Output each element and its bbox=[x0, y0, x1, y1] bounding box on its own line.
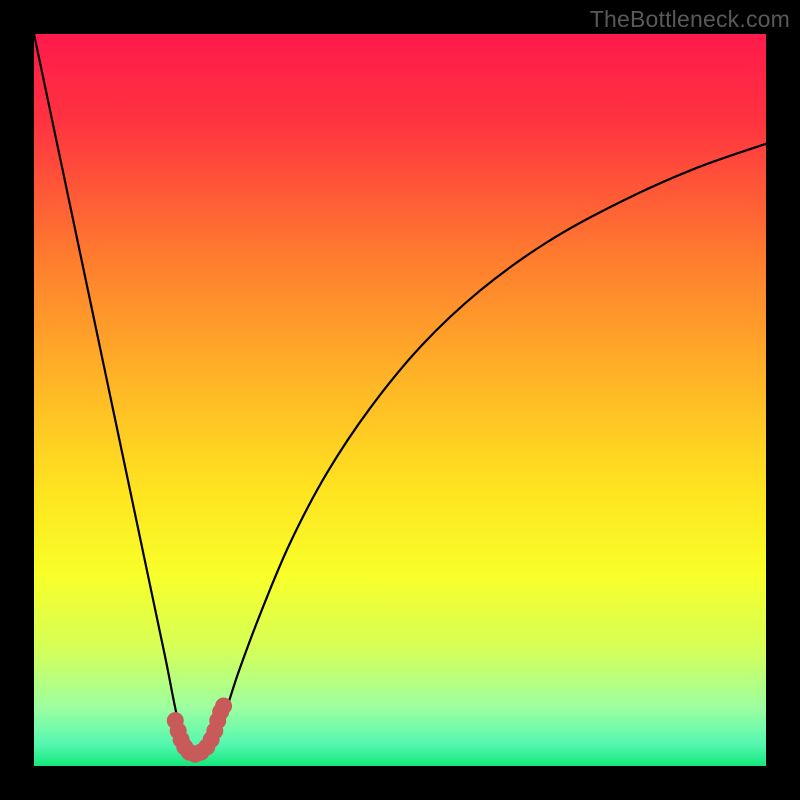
watermark-text: TheBottleneck.com bbox=[590, 6, 790, 33]
marker-point bbox=[215, 697, 232, 714]
outer-frame: TheBottleneck.com bbox=[0, 0, 800, 800]
chart-background bbox=[34, 34, 766, 766]
chart-plot-area bbox=[34, 34, 766, 766]
chart-svg bbox=[34, 34, 766, 766]
